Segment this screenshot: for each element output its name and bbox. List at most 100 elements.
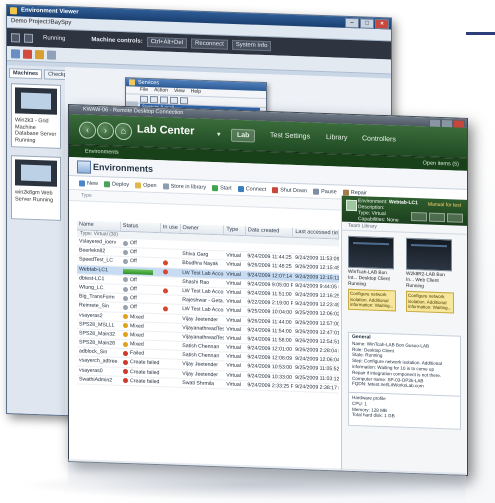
cell-last-accessed: 9/25/2009 12:06:02 PM [295,310,339,318]
column-last-accessed[interactable]: Last accessed time [293,227,339,239]
machine-thumbnail[interactable]: win2k8gm Web Server Running [11,155,61,221]
status-dot-icon [122,277,128,283]
column-date-created[interactable]: Date created [245,226,294,237]
help-icon[interactable] [180,96,188,104]
status-text: Off [129,286,137,293]
home-icon[interactable]: ⌂ [115,122,132,141]
breadcrumb-environments[interactable]: Environments [85,149,119,156]
tab-library[interactable]: Library [321,132,352,144]
start-button[interactable]: Start [212,184,232,191]
cell-last-accessed: 9/24/2009 12:16:25 PM [295,291,339,300]
environments-table: Name Status In use Owner Type Date creat… [77,220,339,470]
manual-for-test-label[interactable]: Manual for test [428,202,461,209]
vm-thumbnail[interactable]: WinTcah-LAB Bon Int... Desktop Client Ru… [348,235,396,312]
open-button[interactable]: Open [135,181,157,189]
stop-environment-icon[interactable] [23,49,32,59]
play-icon [212,184,219,191]
status-dot-icon [122,350,128,356]
cell-status: Off [121,248,161,258]
system-info-button[interactable]: System Info [231,39,272,52]
cell-date-created: 9/24/2009 11:51:00 PM [247,290,293,298]
detail-header: Environment: Webtab-LC1 Description: Typ… [342,195,467,226]
column-name[interactable]: Name [77,220,121,231]
column-status[interactable]: Status [120,221,161,233]
shut-down-button[interactable]: Shut Down [272,186,307,194]
services-icon [129,79,135,86]
close-button[interactable]: × [375,18,389,30]
up-icon[interactable] [160,95,168,104]
menu-help[interactable]: Help [191,88,201,95]
properties-icon[interactable] [170,96,178,104]
deploy-button[interactable]: Deploy [104,180,129,188]
cell-type: Virtual [226,335,241,342]
tab-controllers[interactable]: Controllers [357,133,401,146]
tab-machines[interactable]: Machines [9,68,43,80]
new-button[interactable]: New [79,179,98,187]
back-icon[interactable] [140,95,148,103]
detail-action-button[interactable] [429,212,445,223]
cell-status: Off [121,303,161,313]
stop-icon[interactable] [11,32,20,42]
status-dot-icon [122,341,128,347]
forward-arrow-icon[interactable]: › [97,122,114,140]
maximize-button[interactable]: □ [360,18,374,29]
vm-thumbnail[interactable]: W2k8R2-LAB Bon In... Web Client Running … [406,237,454,314]
cell-type: Virtual [226,372,241,379]
cell-status: Off [121,294,161,304]
tab-lab[interactable]: Lab [231,128,256,143]
cell-in-use [161,360,180,369]
status-text: Off [129,295,137,302]
environments-icon [77,160,91,174]
cell-owner: Shashi Rao [182,278,210,286]
checkpoint-icon[interactable] [35,49,44,59]
menu-view[interactable]: View [174,88,185,95]
reconnect-button[interactable]: Reconnect [191,38,228,50]
connect-button[interactable]: Connect [237,185,266,192]
detail-action-button[interactable] [411,211,427,222]
cell-date-created: 9/24/2009 11:44:25 PM [247,253,293,261]
menu-file[interactable]: File [140,87,148,94]
status-dot-icon [122,295,128,301]
cell-name: SwathiAdmin2 [79,376,113,384]
menu-action[interactable]: Action [154,87,168,94]
settings-icon[interactable] [47,49,56,60]
machine-screen-preview [15,159,57,187]
cell-owner: VijayanathreadTest Inc... [182,333,225,342]
status-text: Off [129,276,137,284]
ctrl-alt-del-button[interactable]: Ctrl+Alt+Del [146,36,188,49]
pause-icon[interactable] [24,33,33,43]
view-icon[interactable] [11,48,20,58]
detail-action-button[interactable] [447,213,463,223]
tab-test-settings[interactable]: Test Settings [265,130,315,143]
status-dot-icon [122,332,128,338]
column-owner[interactable]: Owner [180,223,225,235]
cell-last-accessed: 9/26/2009 12:54:51 PM [295,337,339,346]
chevron-down-icon[interactable]: ▾ [217,130,221,138]
cell-type: Virtual [226,289,241,296]
minimize-button[interactable]: – [345,17,359,29]
status-text: Off [129,304,137,311]
forward-icon[interactable] [150,95,158,103]
pause-button[interactable]: Pause [313,188,337,195]
new-icon [79,179,85,187]
column-in-use[interactable]: In use [160,223,181,233]
column-type[interactable]: Type [224,225,246,236]
cell-in-use [161,277,180,286]
cell-type: Virtual [226,252,241,260]
cell-last-accessed: 9/26/2009 12:15:45 PM [295,264,339,272]
cell-last-accessed: 9/24/2009 2:38:17 PM [295,383,339,392]
status-text: Create failed [129,359,160,367]
status-text: Failed [129,350,145,357]
cell-type: Virtual [226,307,241,315]
vm-screen-preview [406,237,452,272]
status-dot-icon [122,258,128,265]
store-in-library-button[interactable]: Store in library [162,182,206,190]
cell-in-use [161,295,180,304]
cell-date-created [245,243,293,253]
cell-in-use [161,332,180,341]
status-dot-icon [122,378,128,384]
filter-placeholder: Type [81,192,92,199]
back-arrow-icon[interactable]: ‹ [79,121,96,139]
machine-thumbnail[interactable]: Win2k3 - Grid Machine Database Server Ru… [11,83,61,149]
cell-last-accessed: 9/25/2009 11:05:52 PM [295,365,339,373]
